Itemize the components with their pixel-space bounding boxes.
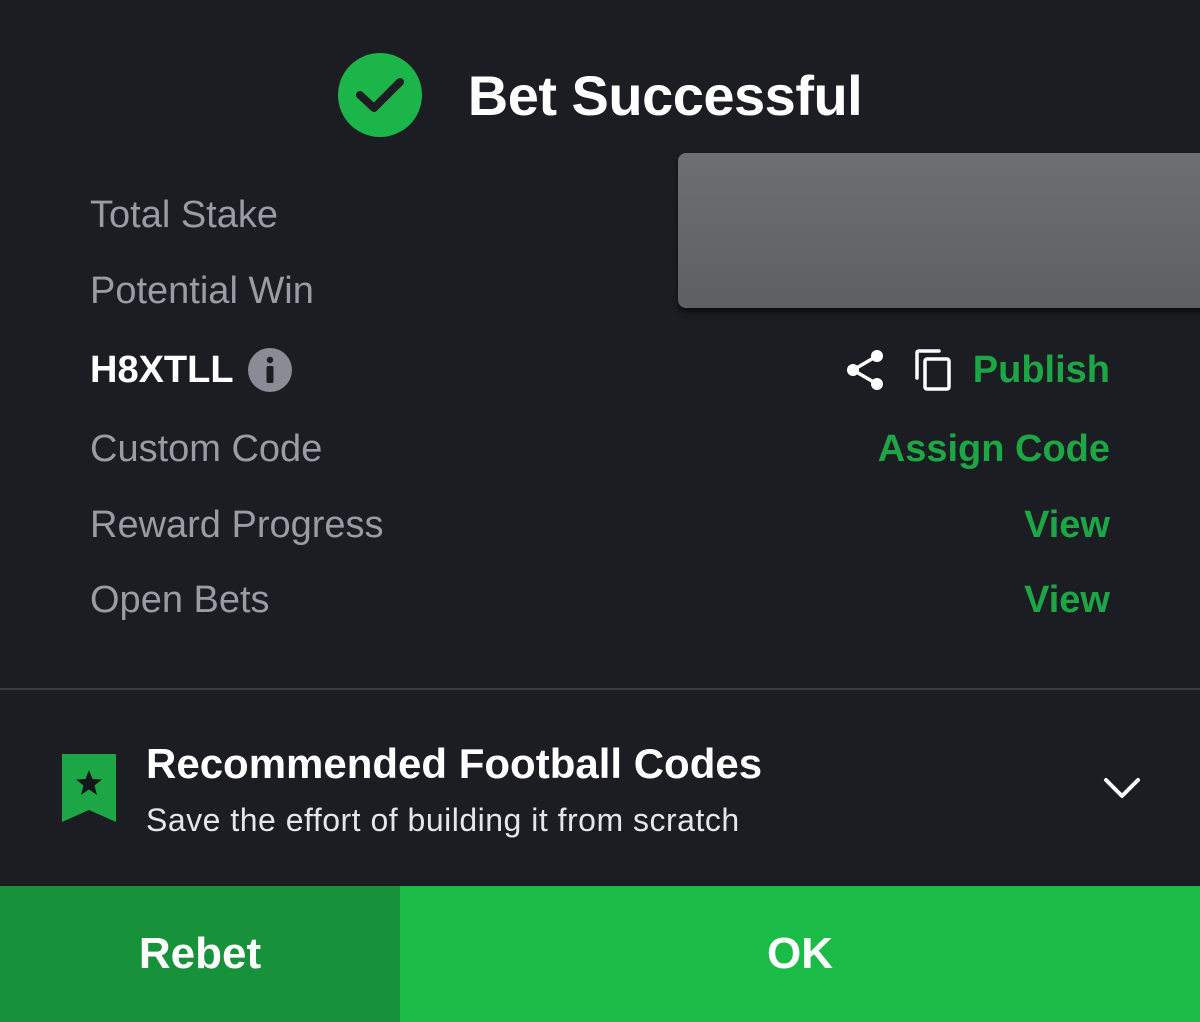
reward-progress-row: Reward Progress View bbox=[90, 500, 1110, 550]
booking-code-row: H8XTLL Publish bbox=[90, 345, 1110, 395]
open-bets-label: Open Bets bbox=[90, 578, 270, 621]
redacted-amounts bbox=[678, 153, 1200, 308]
share-icon[interactable] bbox=[845, 348, 887, 392]
ok-button[interactable]: OK bbox=[400, 886, 1200, 1022]
bookmark-star-icon bbox=[62, 754, 116, 822]
chevron-down-icon[interactable] bbox=[1102, 774, 1142, 804]
check-circle-icon bbox=[337, 53, 422, 137]
custom-code-row: Custom Code Assign Code bbox=[90, 424, 1110, 474]
assign-code-button[interactable]: Assign Code bbox=[878, 428, 1110, 471]
booking-code-actions: Publish bbox=[845, 348, 1110, 392]
booking-code: H8XTLL bbox=[90, 348, 234, 391]
recommended-subtitle: Save the effort of building it from scra… bbox=[146, 802, 740, 838]
recommended-codes-section[interactable]: Recommended Football Codes Save the effo… bbox=[0, 690, 1200, 886]
potential-win-label: Potential Win bbox=[90, 269, 314, 312]
custom-code-label: Custom Code bbox=[90, 427, 323, 470]
bet-success-screen: Bet Successful Total Stake Potential Win… bbox=[0, 0, 1200, 1022]
page-title: Bet Successful bbox=[467, 63, 863, 127]
rebet-button[interactable]: Rebet bbox=[0, 886, 400, 1022]
header: Bet Successful bbox=[0, 50, 1200, 140]
footer-actions: Rebet OK bbox=[0, 886, 1200, 1022]
recommended-title: Recommended Football Codes bbox=[146, 740, 763, 787]
publish-button[interactable]: Publish bbox=[973, 349, 1110, 392]
booking-code-group: H8XTLL bbox=[90, 348, 292, 392]
open-bets-view-link[interactable]: View bbox=[1024, 579, 1110, 622]
total-stake-label: Total Stake bbox=[90, 193, 278, 236]
reward-progress-label: Reward Progress bbox=[90, 503, 384, 546]
info-icon[interactable] bbox=[247, 348, 292, 392]
copy-icon[interactable] bbox=[913, 348, 953, 392]
open-bets-row: Open Bets View bbox=[90, 575, 1110, 625]
reward-progress-view-link[interactable]: View bbox=[1024, 504, 1110, 547]
